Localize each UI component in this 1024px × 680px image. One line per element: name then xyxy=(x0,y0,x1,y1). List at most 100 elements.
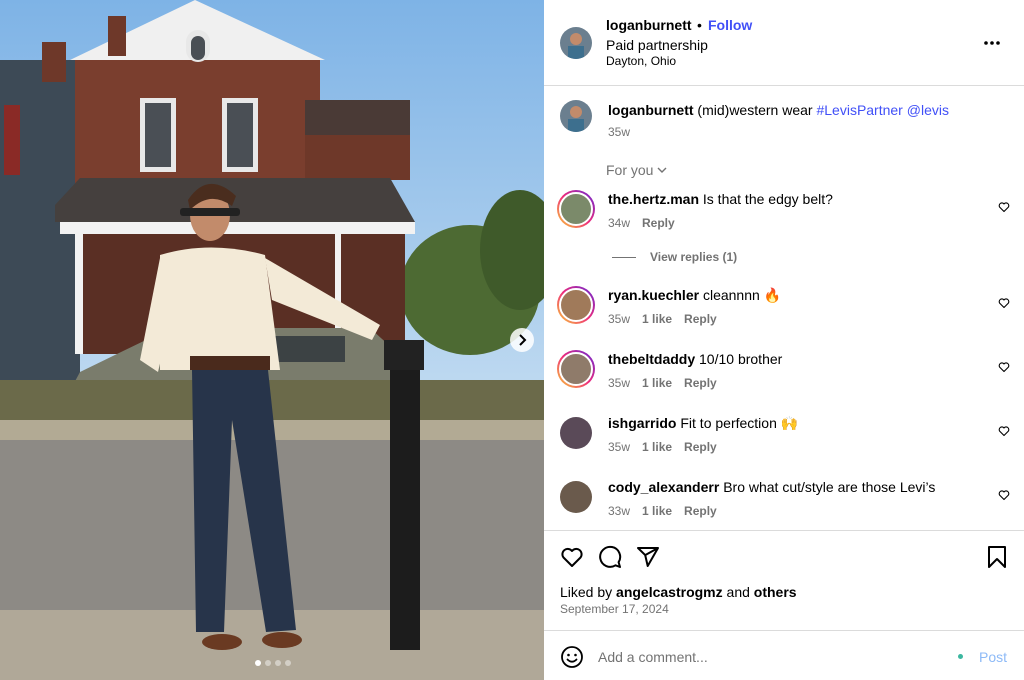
like-button[interactable] xyxy=(560,545,584,574)
next-slide-button[interactable] xyxy=(510,328,534,352)
heart-icon xyxy=(998,426,1010,437)
comment-body: Fit to perfection 🙌 xyxy=(680,415,799,431)
chevron-right-icon xyxy=(519,334,527,346)
comment-avatar[interactable] xyxy=(560,417,592,454)
post-location[interactable]: Dayton, Ohio xyxy=(606,54,676,68)
avatar-image xyxy=(560,100,592,132)
comment-item: the.hertz.man Is that the edgy belt? 34w… xyxy=(544,190,1024,256)
post-date[interactable]: September 17, 2024 xyxy=(560,602,669,616)
comment-like-button[interactable] xyxy=(998,424,1010,442)
comment-avatar[interactable] xyxy=(557,190,595,233)
heart-icon xyxy=(998,362,1010,373)
photo-illustration xyxy=(0,0,544,680)
heart-icon xyxy=(561,547,583,567)
comment-likes[interactable]: 1 like xyxy=(642,376,672,390)
reply-button[interactable]: Reply xyxy=(684,312,717,326)
comment-item: thebeltdaddy 10/10 brother 35w 1 like Re… xyxy=(544,350,1024,416)
follow-button[interactable]: Follow xyxy=(708,17,752,33)
likes-summary: Liked by angelcastrogmz and others xyxy=(560,584,797,600)
author-avatar[interactable] xyxy=(560,27,592,59)
chevron-down-icon xyxy=(657,167,667,173)
comment-time: 35w xyxy=(608,312,631,326)
comment-meta: 33w 1 like Reply xyxy=(608,504,717,518)
caption-hashtag[interactable]: #LevisPartner xyxy=(816,102,902,118)
comment-time: 35w xyxy=(608,440,631,454)
action-bar xyxy=(544,530,1024,586)
comment-username[interactable]: cody_alexanderr xyxy=(608,479,719,495)
heart-icon xyxy=(998,490,1010,501)
author-username[interactable]: loganburnett xyxy=(606,17,692,33)
reply-button[interactable]: Reply xyxy=(684,504,717,518)
status-dot xyxy=(958,654,963,659)
reply-button[interactable]: Reply xyxy=(684,376,717,390)
heart-icon xyxy=(998,202,1010,213)
comment-meta: 35w 1 like Reply xyxy=(608,376,717,390)
comment-icon xyxy=(599,545,622,568)
comment-body: Bro what cut/style are those Levi’s xyxy=(723,479,936,495)
caption-avatar[interactable] xyxy=(560,100,592,132)
comment-meta: 35w 1 like Reply xyxy=(608,440,717,454)
liked-by-user[interactable]: angelcastrogmz xyxy=(616,584,723,600)
comment-text: ryan.kuechler cleannnn 🔥 xyxy=(608,287,988,304)
more-options-button[interactable] xyxy=(984,32,1000,50)
comment-avatar[interactable] xyxy=(557,350,595,393)
comment-username[interactable]: thebeltdaddy xyxy=(608,351,695,367)
share-button[interactable] xyxy=(636,545,660,574)
comment-username[interactable]: the.hertz.man xyxy=(608,191,699,207)
share-icon xyxy=(637,547,659,567)
comment-username[interactable]: ishgarrido xyxy=(608,415,676,431)
comment-sort-dropdown[interactable]: For you xyxy=(606,162,667,178)
comment-avatar[interactable] xyxy=(560,481,592,518)
comment-likes[interactable]: 1 like xyxy=(642,504,672,518)
likes-middle: and xyxy=(722,584,754,600)
emoji-icon xyxy=(561,646,583,668)
sort-label: For you xyxy=(606,162,654,178)
avatar-image xyxy=(560,27,592,59)
post-sidebar: loganburnett • Follow Paid partnership D… xyxy=(544,0,1024,680)
separator-dot: • xyxy=(697,17,702,33)
heart-icon xyxy=(998,298,1010,309)
emoji-button[interactable] xyxy=(560,645,584,674)
comment-avatar[interactable] xyxy=(557,286,595,329)
carousel-dot xyxy=(255,660,261,666)
replies-line xyxy=(612,256,636,258)
comment-like-button[interactable] xyxy=(998,360,1010,378)
comment-likes[interactable]: 1 like xyxy=(642,312,672,326)
carousel-dot xyxy=(275,660,281,666)
caption-time: 35w xyxy=(608,125,631,139)
comment-text: ishgarrido Fit to perfection 🙌 xyxy=(608,415,988,432)
view-replies-button[interactable]: View replies (1) xyxy=(612,250,737,264)
comment-text: thebeltdaddy 10/10 brother xyxy=(608,351,988,367)
comment-time: 33w xyxy=(608,504,631,518)
comment-text: the.hertz.man Is that the edgy belt? xyxy=(608,191,988,207)
carousel-indicator xyxy=(255,660,291,666)
post-button[interactable]: Post xyxy=(979,649,1007,665)
comment-like-button[interactable] xyxy=(998,296,1010,314)
comment-input[interactable] xyxy=(598,647,938,667)
comment-username[interactable]: ryan.kuechler xyxy=(608,287,699,303)
more-icon xyxy=(984,41,1000,45)
comment-time: 34w xyxy=(608,216,631,230)
bookmark-icon xyxy=(988,546,1006,568)
post-header: loganburnett • Follow Paid partnership D… xyxy=(544,0,1024,86)
paid-partnership-label[interactable]: Paid partnership xyxy=(606,37,708,53)
save-button[interactable] xyxy=(986,545,1008,574)
comment-meta: 35w 1 like Reply xyxy=(608,312,717,326)
liked-by-others[interactable]: others xyxy=(754,584,797,600)
carousel-dot xyxy=(285,660,291,666)
reply-button[interactable]: Reply xyxy=(684,440,717,454)
comment-like-button[interactable] xyxy=(998,488,1010,506)
caption-mention[interactable]: @levis xyxy=(907,102,949,118)
reply-button[interactable]: Reply xyxy=(642,216,675,230)
comment-likes[interactable]: 1 like xyxy=(642,440,672,454)
comment-like-button[interactable] xyxy=(998,200,1010,218)
comment-button[interactable] xyxy=(598,545,622,574)
post-photo[interactable] xyxy=(0,0,544,680)
comment-composer: Post xyxy=(544,630,1024,680)
comment-body: Is that the edgy belt? xyxy=(702,191,833,207)
caption-username[interactable]: loganburnett xyxy=(608,102,694,118)
comment-meta: 34w Reply xyxy=(608,216,675,230)
comment-time: 35w xyxy=(608,376,631,390)
caption-text: loganburnett (mid)western wear #LevisPar… xyxy=(608,102,1008,118)
view-replies-label: View replies (1) xyxy=(650,250,738,264)
